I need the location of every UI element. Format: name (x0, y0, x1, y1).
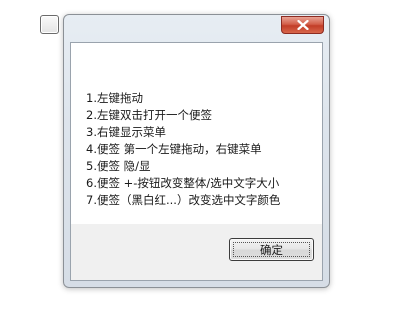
instruction-item: 7.便签（黑白红...）改变选中文字颜色 (86, 193, 281, 207)
close-icon (296, 20, 309, 30)
ok-button-label: 确定 (260, 242, 283, 257)
message-dialog: 1.左键拖动 2.左键双击打开一个便签 3.右键显示菜单 4.便签 第一个左键拖… (63, 14, 330, 288)
instruction-item: 5.便签 隐/显 (86, 159, 151, 173)
instruction-list: 1.左键拖动 2.左键双击打开一个便签 3.右键显示菜单 4.便签 第一个左键拖… (86, 90, 280, 209)
ok-button[interactable]: 确定 (229, 238, 314, 261)
close-button[interactable] (281, 16, 324, 34)
app-checkbox[interactable] (40, 15, 59, 34)
instruction-item: 1.左键拖动 (86, 91, 143, 105)
dialog-client-area: 1.左键拖动 2.左键双击打开一个便签 3.右键显示菜单 4.便签 第一个左键拖… (70, 42, 323, 281)
instruction-item: 3.右键显示菜单 (86, 125, 166, 139)
instruction-item: 2.左键双击打开一个便签 (86, 108, 212, 122)
instruction-item: 6.便签 +-按钮改变整体/选中文字大小 (86, 176, 280, 190)
message-area: 1.左键拖动 2.左键双击打开一个便签 3.右键显示菜单 4.便签 第一个左键拖… (71, 43, 322, 224)
instruction-item: 4.便签 第一个左键拖动，右键菜单 (86, 142, 262, 156)
